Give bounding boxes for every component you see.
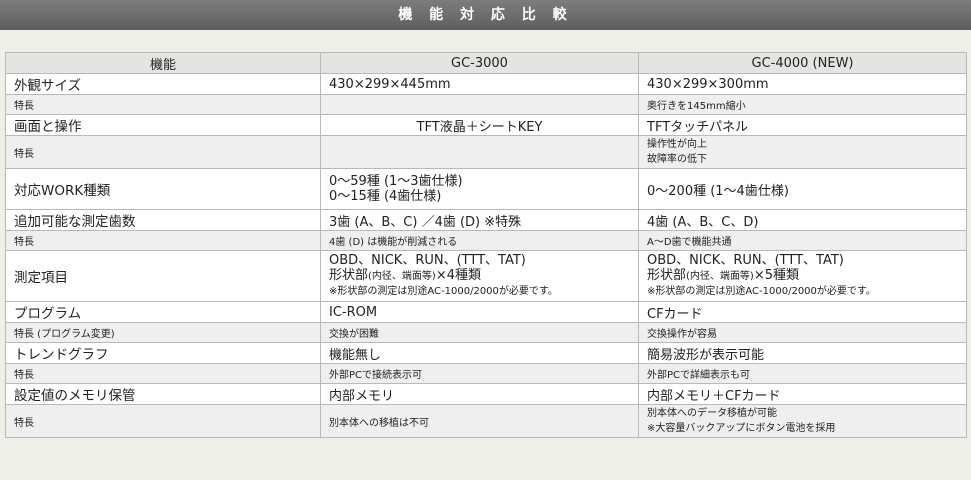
row-label: トレンドグラフ bbox=[5, 342, 321, 364]
gc3000-line: OBD、NICK、RUN、(TTT、TAT) bbox=[329, 253, 526, 268]
gc3000-cell: 内部メモリ bbox=[320, 383, 639, 405]
gc3000-cell: 430×299×445mm bbox=[320, 73, 639, 95]
gc4000-note: ※形状部の測定は別途AC-1000/2000が必要です。 bbox=[647, 286, 876, 297]
gc3000-cell: 4歯 (D) は機能が削減される bbox=[320, 230, 639, 251]
gc3000-cell: 交換が困難 bbox=[320, 322, 639, 343]
table-row: 特長 外部PCで接続表示可 外部PCで詳細表示も可 bbox=[5, 363, 967, 384]
table-row: 外観サイズ 430×299×445mm 430×299×300mm bbox=[5, 73, 967, 95]
gc3000-cell: IC-ROM bbox=[320, 301, 639, 323]
gc3000-line: 0〜59種 (1〜3歯仕様) bbox=[329, 174, 463, 189]
table-row: 追加可能な測定歯数 3歯 (A、B、C) ／4歯 (D) ※特殊 4歯 (A、B… bbox=[5, 209, 967, 231]
gc3000-cell: 機能無し bbox=[320, 342, 639, 364]
table-row: トレンドグラフ 機能無し 簡易波形が表示可能 bbox=[5, 342, 967, 364]
row-label: 測定項目 bbox=[5, 250, 321, 302]
gc4000-cell: 0〜200種 (1〜4歯仕様) bbox=[638, 168, 967, 210]
gc4000-cell: CFカード bbox=[638, 301, 967, 323]
row-label: 対応WORK種類 bbox=[5, 168, 321, 210]
table-row: 画面と操作 TFT液晶＋シートKEY TFTタッチパネル bbox=[5, 114, 967, 136]
gc4000-cell: 外部PCで詳細表示も可 bbox=[638, 363, 967, 384]
gc4000-line: 別本体へのデータ移植が可能 bbox=[647, 408, 777, 419]
table-row: 特長 別本体への移植は不可 別本体へのデータ移植が可能 ※大容量バックアップにボ… bbox=[5, 404, 967, 438]
gc4000-cell: 別本体へのデータ移植が可能 ※大容量バックアップにボタン電池を採用 bbox=[638, 404, 967, 438]
header-gc3000: GC-3000 bbox=[320, 52, 639, 74]
gc3000-text: (内径、端面等) bbox=[368, 271, 436, 282]
row-label: 特長 bbox=[5, 404, 321, 438]
gc3000-text: ×4種類 bbox=[435, 268, 481, 283]
row-label: プログラム bbox=[5, 301, 321, 323]
gc3000-line: 0〜15種 (4歯仕様) bbox=[329, 189, 442, 204]
table-row: 測定項目 OBD、NICK、RUN、(TTT、TAT) 形状部(内径、端面等)×… bbox=[5, 250, 967, 302]
gc4000-cell: 簡易波形が表示可能 bbox=[638, 342, 967, 364]
gc4000-line: 形状部(内径、端面等)×5種類 bbox=[647, 268, 958, 284]
gc4000-cell: 操作性が向上 故障率の低下 bbox=[638, 135, 967, 169]
gc4000-text: ×5種類 bbox=[753, 268, 799, 283]
table-row: 特長 操作性が向上 故障率の低下 bbox=[5, 135, 967, 169]
gc4000-text: 形状部 bbox=[647, 268, 687, 283]
header-gc4000: GC-4000 (NEW) bbox=[638, 52, 967, 74]
gc3000-cell: TFT液晶＋シートKEY bbox=[320, 114, 639, 136]
gc4000-line: 操作性が向上 bbox=[647, 139, 707, 150]
comparison-title-banner: 機 能 対 応 比 較 bbox=[0, 0, 971, 30]
gc4000-text: (内径、端面等) bbox=[686, 271, 754, 282]
gc3000-note: ※形状部の測定は別途AC-1000/2000が必要です。 bbox=[329, 286, 558, 297]
gc4000-cell: 奥行きを145mm縮小 bbox=[638, 94, 967, 115]
table-row: 特長 4歯 (D) は機能が削減される A〜D歯で機能共通 bbox=[5, 230, 967, 251]
gc4000-line: ※大容量バックアップにボタン電池を採用 bbox=[647, 423, 836, 434]
table-row: 特長 奥行きを145mm縮小 bbox=[5, 94, 967, 115]
gc4000-cell: 430×299×300mm bbox=[638, 73, 967, 95]
row-label: 特長 bbox=[5, 230, 321, 251]
gc4000-line: 故障率の低下 bbox=[647, 154, 707, 165]
gc4000-cell: 交換操作が容易 bbox=[638, 322, 967, 343]
gc4000-cell: TFTタッチパネル bbox=[638, 114, 967, 136]
gc4000-line: OBD、NICK、RUN、(TTT、TAT) bbox=[647, 253, 844, 268]
row-label: 特長 bbox=[5, 363, 321, 384]
table-row: 対応WORK種類 0〜59種 (1〜3歯仕様) 0〜15種 (4歯仕様) 0〜2… bbox=[5, 168, 967, 210]
header-feature: 機能 bbox=[5, 52, 321, 74]
row-label: 画面と操作 bbox=[5, 114, 321, 136]
gc4000-cell: 4歯 (A、B、C、D) bbox=[638, 209, 967, 231]
table-row: 特長 (プログラム変更) 交換が困難 交換操作が容易 bbox=[5, 322, 967, 343]
row-label: 設定値のメモリ保管 bbox=[5, 383, 321, 405]
gc3000-cell bbox=[320, 135, 639, 169]
row-label: 特長 bbox=[5, 135, 321, 169]
gc4000-cell: OBD、NICK、RUN、(TTT、TAT) 形状部(内径、端面等)×5種類 ※… bbox=[638, 250, 967, 302]
gc3000-cell: 3歯 (A、B、C) ／4歯 (D) ※特殊 bbox=[320, 209, 639, 231]
gc3000-cell: 0〜59種 (1〜3歯仕様) 0〜15種 (4歯仕様) bbox=[320, 168, 639, 210]
gc3000-cell: OBD、NICK、RUN、(TTT、TAT) 形状部(内径、端面等)×4種類 ※… bbox=[320, 250, 639, 302]
gc3000-cell: 外部PCで接続表示可 bbox=[320, 363, 639, 384]
table-row: 設定値のメモリ保管 内部メモリ 内部メモリ＋CFカード bbox=[5, 383, 967, 405]
gc3000-cell: 別本体への移植は不可 bbox=[320, 404, 639, 438]
gc3000-cell bbox=[320, 94, 639, 115]
table-row: プログラム IC-ROM CFカード bbox=[5, 301, 967, 323]
gc4000-cell: A〜D歯で機能共通 bbox=[638, 230, 967, 251]
row-label: 特長 (プログラム変更) bbox=[5, 322, 321, 343]
row-label: 追加可能な測定歯数 bbox=[5, 209, 321, 231]
gc4000-cell: 内部メモリ＋CFカード bbox=[638, 383, 967, 405]
gc3000-line: 形状部(内径、端面等)×4種類 bbox=[329, 268, 630, 284]
comparison-table: 機能 GC-3000 GC-4000 (NEW) 外観サイズ 430×299×4… bbox=[5, 52, 967, 438]
row-label: 特長 bbox=[5, 94, 321, 115]
row-label: 外観サイズ bbox=[5, 73, 321, 95]
table-header-row: 機能 GC-3000 GC-4000 (NEW) bbox=[5, 52, 967, 74]
gc3000-text: 形状部 bbox=[329, 268, 369, 283]
